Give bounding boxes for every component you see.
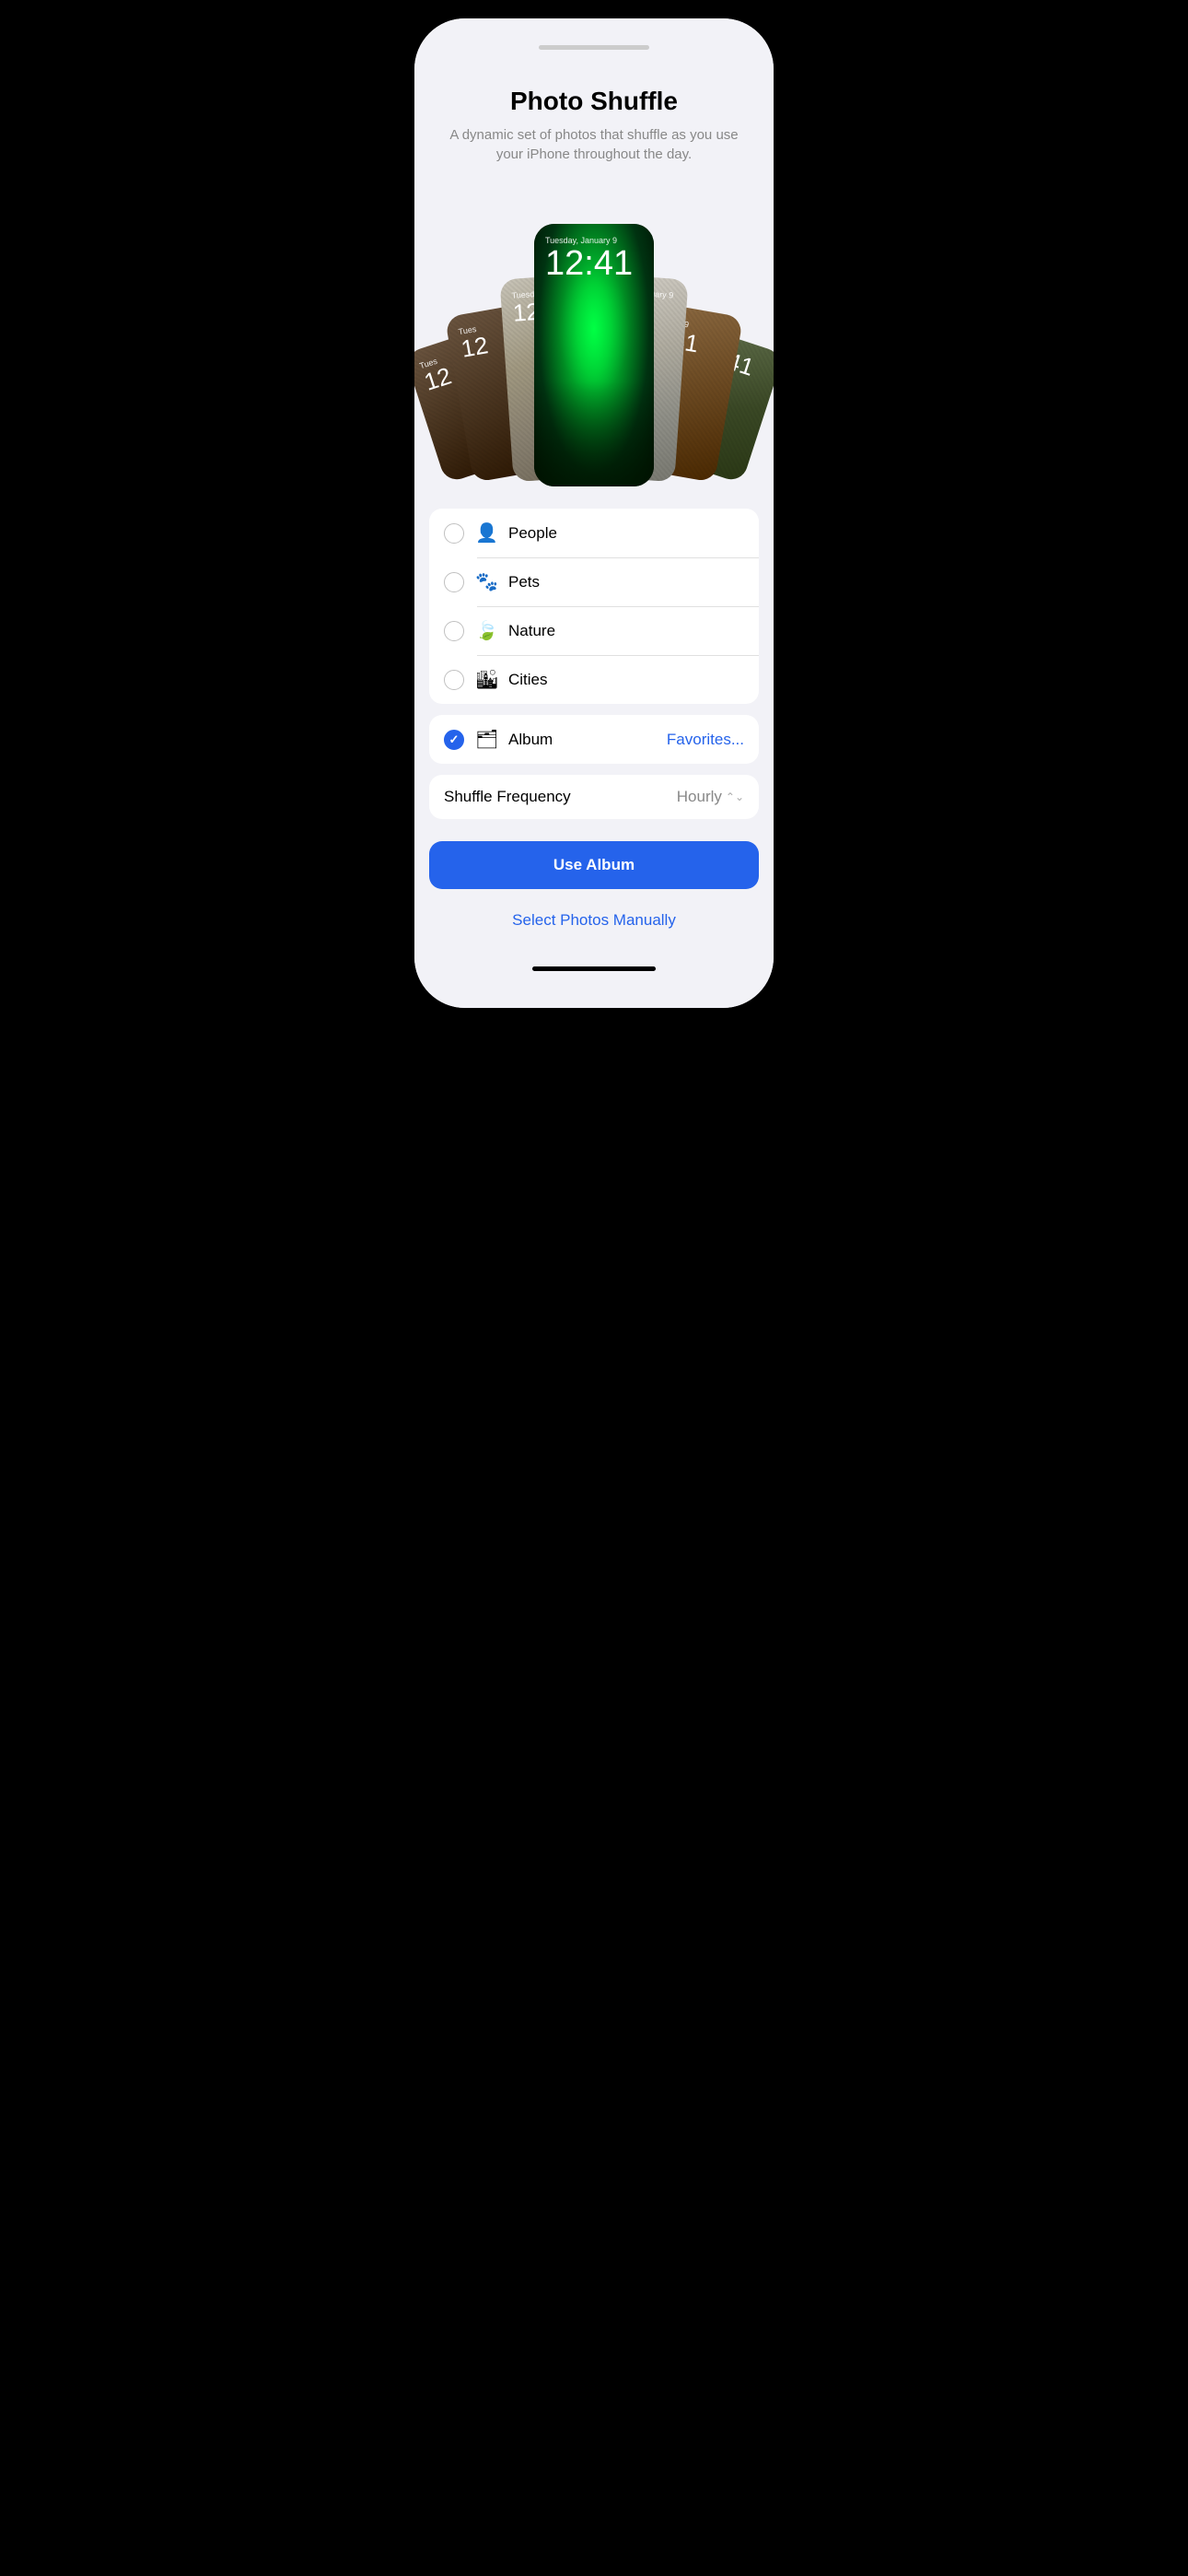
chevron-updown-icon: ⌃⌄ (726, 790, 744, 803)
options-section: People Pets Nature Cities (429, 509, 759, 704)
option-album-label: Album (508, 731, 656, 749)
page-title: Photo Shuffle (440, 87, 748, 116)
option-cities-label: Cities (508, 671, 744, 689)
card-time-center: Tuesday, January 9 12:41 (545, 235, 633, 281)
option-album[interactable]: Album Favorites... (429, 715, 759, 764)
shuffle-label: Shuffle Frequency (444, 788, 571, 806)
radio-album[interactable] (444, 730, 464, 750)
radio-pets[interactable] (444, 572, 464, 592)
option-nature-label: Nature (508, 622, 744, 640)
option-pets-label: Pets (508, 573, 744, 591)
bottom-actions: Use Album Select Photos Manually (414, 841, 774, 959)
shuffle-value[interactable]: Hourly ⌃⌄ (677, 788, 744, 806)
album-icon (475, 728, 497, 751)
select-photos-manually-button[interactable]: Select Photos Manually (429, 900, 759, 941)
option-pets[interactable]: Pets (429, 557, 759, 606)
album-section: Album Favorites... (429, 715, 759, 764)
shuffle-row[interactable]: Shuffle Frequency Hourly ⌃⌄ (429, 775, 759, 819)
photo-carousel: Tues 12 Tues 12 Tuesday, January 12:4 (414, 182, 774, 486)
leaf-icon (475, 619, 497, 642)
notch-pill (539, 45, 649, 50)
carousel-card-center: Tuesday, January 9 12:41 (534, 224, 654, 486)
album-favorites-link[interactable]: Favorites... (667, 731, 744, 749)
radio-people[interactable] (444, 523, 464, 544)
person-icon (475, 521, 497, 544)
home-indicator (532, 966, 656, 971)
radio-cities[interactable] (444, 670, 464, 690)
phone-frame: Photo Shuffle A dynamic set of photos th… (414, 18, 774, 1008)
shuffle-section: Shuffle Frequency Hourly ⌃⌄ (429, 775, 759, 819)
status-bar (414, 18, 774, 64)
building-icon (475, 668, 497, 691)
use-album-button[interactable]: Use Album (429, 841, 759, 889)
shuffle-value-text: Hourly (677, 788, 722, 806)
page-subtitle: A dynamic set of photos that shuffle as … (440, 125, 748, 164)
header: Photo Shuffle A dynamic set of photos th… (414, 64, 774, 182)
option-people-label: People (508, 524, 744, 543)
paw-icon (475, 570, 497, 593)
content-area: Photo Shuffle A dynamic set of photos th… (414, 64, 774, 1008)
green-face: Tuesday, January 9 12:41 (534, 224, 654, 486)
option-people[interactable]: People (429, 509, 759, 557)
option-nature[interactable]: Nature (429, 606, 759, 655)
radio-nature[interactable] (444, 621, 464, 641)
option-cities[interactable]: Cities (429, 655, 759, 704)
